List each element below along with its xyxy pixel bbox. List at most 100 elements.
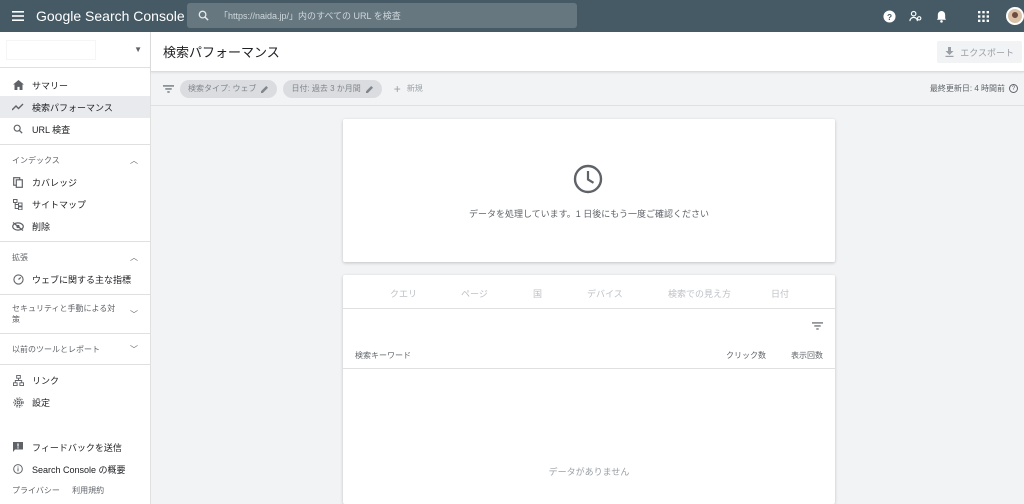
feedback-icon: [12, 441, 24, 453]
section-title: インデックス: [12, 155, 60, 165]
privacy-link[interactable]: プライバシー: [12, 486, 60, 495]
last-updated-text: 最終更新日: 4 時間前: [929, 84, 1005, 93]
sidebar-item-label: リンク: [32, 375, 60, 386]
notifications-icon[interactable]: [928, 0, 954, 32]
tab-search-appearance[interactable]: 検索での見え方: [668, 287, 731, 300]
sidebar-item-settings[interactable]: 設定: [0, 391, 150, 413]
help-icon[interactable]: ?: [876, 0, 902, 32]
download-icon: [945, 47, 954, 57]
sidebar-item-about[interactable]: Search Console の概要: [0, 458, 150, 480]
sidebar-item-performance[interactable]: 検索パフォーマンス: [0, 96, 150, 118]
pencil-icon: [365, 85, 374, 93]
sidebar-item-core-web-vitals[interactable]: ウェブに関する主な指標: [0, 268, 150, 290]
section-title: 以前のツールとレポート: [12, 344, 100, 354]
page-header: 検索パフォーマンス エクスポート: [151, 32, 1024, 72]
menu-icon[interactable]: [0, 0, 36, 32]
chevron-down-icon: ﹀: [130, 309, 138, 319]
gear-icon: [12, 396, 24, 408]
divider: [0, 333, 150, 334]
tab-countries[interactable]: 国: [533, 287, 542, 300]
users-settings-icon[interactable]: [902, 0, 928, 32]
divider: [343, 368, 835, 369]
chip-label: 検索タイプ: ウェブ: [188, 84, 257, 93]
help-circle-icon[interactable]: ?: [1009, 84, 1018, 93]
search-icon: [187, 10, 219, 21]
column-header-impressions[interactable]: 表示回数: [791, 350, 823, 361]
processing-card: データを処理しています。1 日後にもう一度ご確認ください: [343, 119, 835, 262]
url-inspect-search[interactable]: [187, 3, 577, 28]
divider: [0, 241, 150, 242]
tab-queries[interactable]: クエリ: [390, 287, 417, 300]
sidebar-item-summary[interactable]: サマリー: [0, 74, 150, 96]
sidebar-item-label: 削除: [32, 221, 51, 232]
search-input[interactable]: [219, 10, 559, 21]
column-header-clicks[interactable]: クリック数: [726, 350, 766, 361]
sidebar: ▼ サマリー 検索パフォーマンス URL 検査 インデックス ︿ カバレッジ サ…: [0, 32, 151, 504]
search-type-chip[interactable]: 検索タイプ: ウェブ: [180, 79, 278, 98]
terms-link[interactable]: 利用規約: [72, 486, 104, 495]
tab-devices[interactable]: デバイス: [587, 287, 623, 300]
sidebar-item-label: フィードバックを送信: [32, 442, 122, 453]
new-filter-button[interactable]: + 新規: [394, 82, 423, 96]
account-avatar[interactable]: [1006, 7, 1024, 25]
table-filter-icon[interactable]: [812, 317, 823, 335]
sidebar-item-feedback[interactable]: フィードバックを送信: [0, 436, 150, 458]
filter-icon[interactable]: [163, 84, 174, 93]
apps-grid-icon[interactable]: [970, 0, 996, 32]
trending-up-icon: [12, 101, 24, 113]
chevron-up-icon: ︿: [130, 155, 138, 165]
sidebar-item-label: 設定: [32, 397, 51, 408]
plus-icon: +: [393, 81, 401, 96]
speedometer-icon: [12, 273, 24, 285]
chevron-down-icon: ﹀: [130, 344, 138, 354]
divider: [0, 364, 150, 365]
tab-dates[interactable]: 日付: [771, 287, 789, 300]
sidebar-item-coverage[interactable]: カバレッジ: [0, 171, 150, 193]
info-icon: [12, 463, 24, 475]
dimension-tabs: クエリ ページ 国 デバイス 検索での見え方 日付: [343, 275, 835, 309]
sidebar-item-links[interactable]: リンク: [0, 369, 150, 391]
export-label: エクスポート: [960, 47, 1014, 58]
eye-off-icon: [12, 220, 24, 232]
chevron-up-icon: ︿: [130, 252, 138, 262]
divider: [0, 294, 150, 295]
column-header-query[interactable]: 検索キーワード: [355, 350, 411, 361]
chip-label: 日付: 過去 3 か月間: [291, 84, 361, 93]
caret-down-icon: ▼: [134, 45, 142, 54]
sidebar-item-label: サマリー: [32, 80, 69, 91]
date-chip[interactable]: 日付: 過去 3 か月間: [283, 79, 382, 98]
clock-icon: [573, 164, 603, 199]
section-index-header[interactable]: インデックス ︿: [0, 149, 150, 171]
empty-state-message: データがありません: [548, 467, 630, 477]
divider: [0, 144, 150, 145]
footer-links: プライバシー 利用規約: [12, 485, 114, 496]
sidebar-item-label: Search Console の概要: [32, 464, 126, 475]
sidebar-item-label: 検索パフォーマンス: [32, 102, 113, 113]
sitemap-icon: [12, 198, 24, 210]
search-icon: [12, 123, 24, 135]
section-title: 拡張: [12, 252, 28, 262]
copy-doc-icon: [12, 176, 24, 188]
property-selector[interactable]: ▼: [0, 32, 150, 68]
sidebar-item-url-inspection[interactable]: URL 検査: [0, 118, 150, 140]
sidebar-item-label: ウェブに関する主な指標: [32, 274, 132, 285]
new-filter-label: 新規: [406, 84, 423, 93]
top-app-bar: Google Search Console ?: [0, 0, 1024, 32]
processing-message: データを処理しています。1 日後にもう一度ご確認ください: [468, 209, 710, 219]
sidebar-item-sitemaps[interactable]: サイトマップ: [0, 193, 150, 215]
section-legacy-header[interactable]: 以前のツールとレポート ﹀: [0, 338, 150, 360]
page-title: 検索パフォーマンス: [163, 45, 280, 60]
sidebar-item-removals[interactable]: 削除: [0, 215, 150, 237]
section-title: セキュリティと手動による対策: [12, 304, 116, 324]
network-links-icon: [12, 374, 24, 386]
sidebar-item-label: カバレッジ: [32, 177, 78, 188]
section-security-header[interactable]: セキュリティと手動による対策 ﹀: [0, 299, 150, 329]
section-enhancements-header[interactable]: 拡張 ︿: [0, 246, 150, 268]
sidebar-item-label: URL 検査: [32, 124, 71, 135]
export-button[interactable]: エクスポート: [937, 41, 1022, 63]
filter-bar: 検索タイプ: ウェブ 日付: 過去 3 か月間 + 新規 最終更新日: 4 時間…: [151, 72, 1024, 106]
sidebar-item-label: サイトマップ: [32, 199, 87, 210]
app-logo[interactable]: Google Search Console: [36, 8, 187, 24]
dimension-table-card: クエリ ページ 国 デバイス 検索での見え方 日付 検索キーワード クリック数 …: [343, 275, 835, 504]
tab-pages[interactable]: ページ: [461, 287, 488, 300]
